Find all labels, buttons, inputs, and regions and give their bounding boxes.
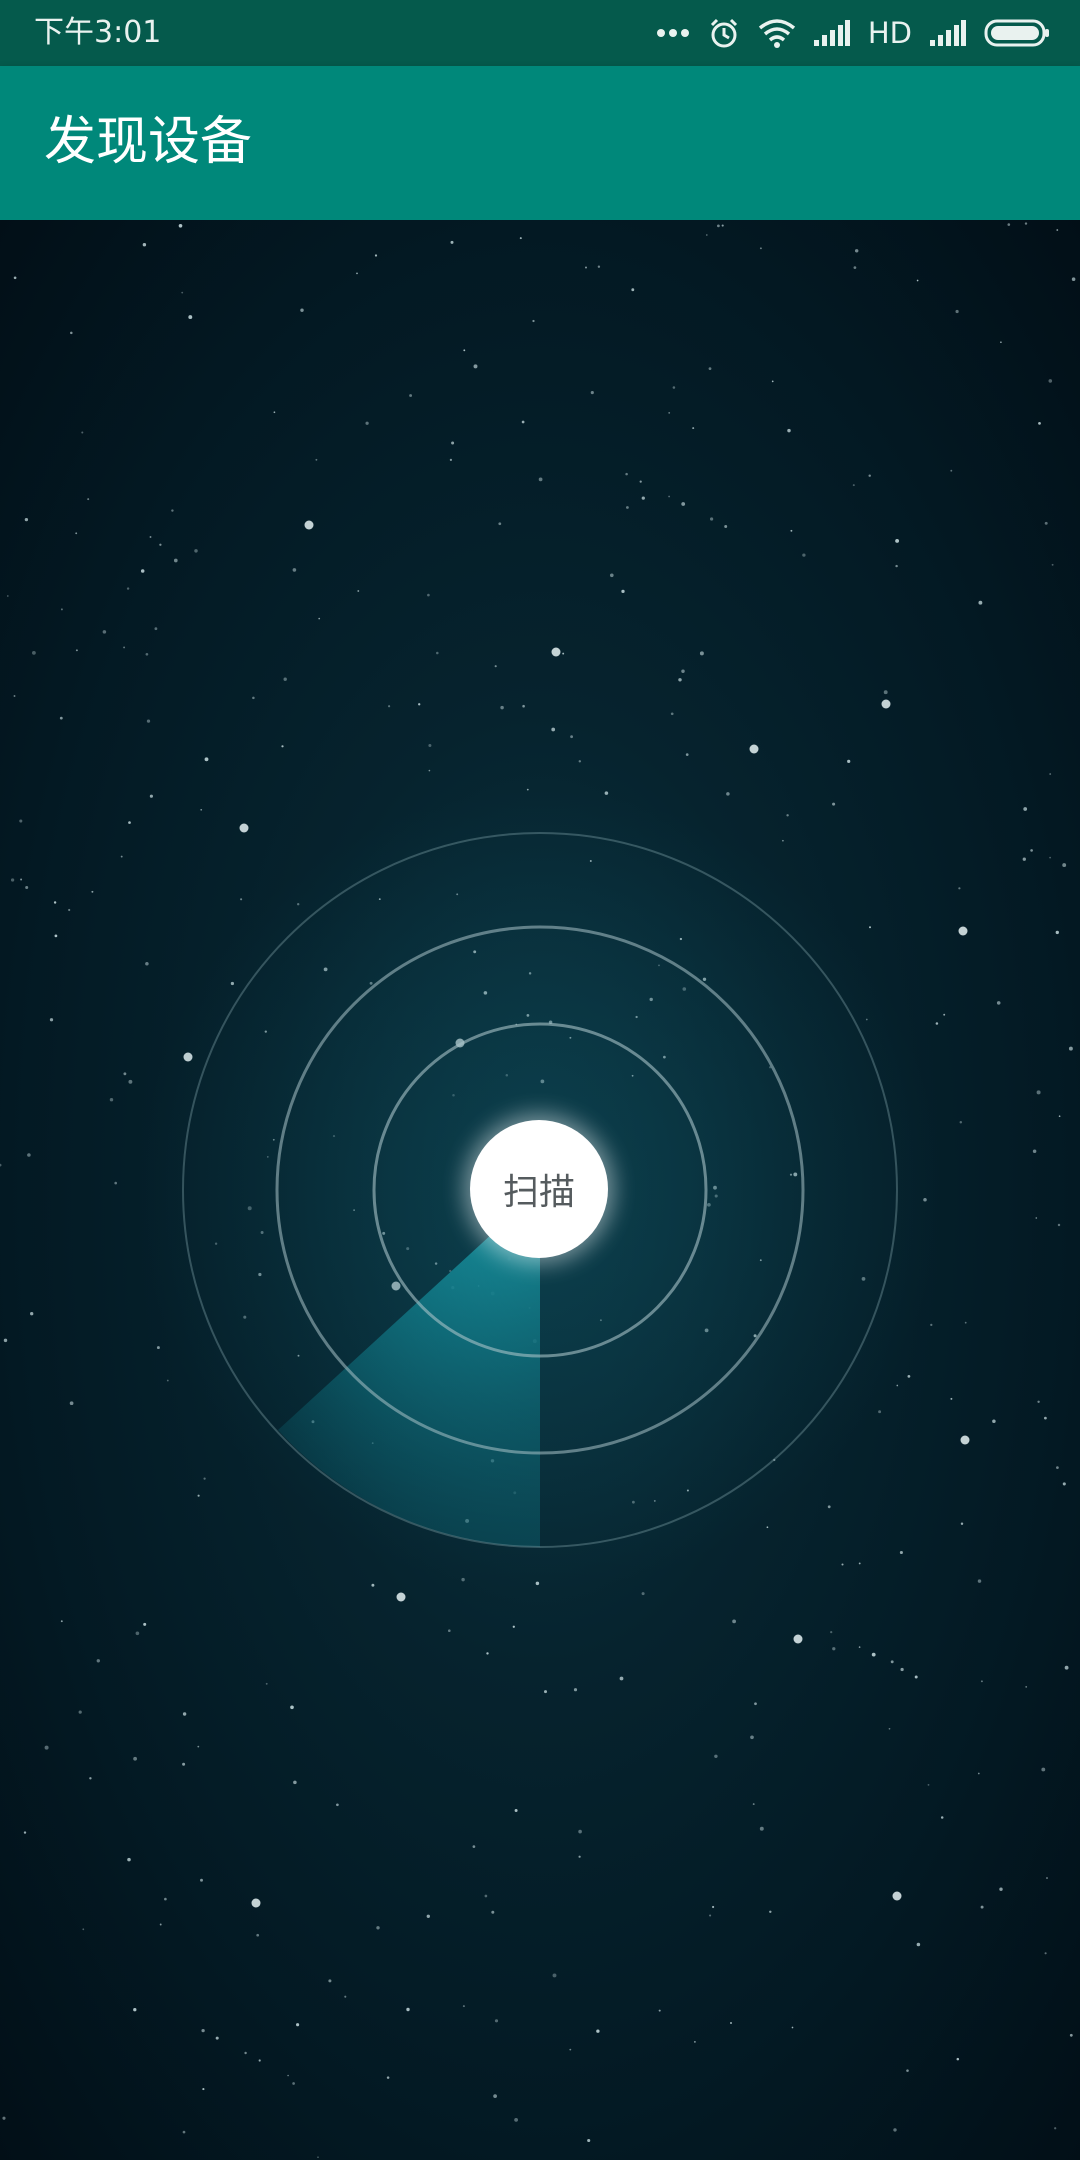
network-type-label: HD bbox=[867, 16, 912, 50]
alarm-icon bbox=[708, 17, 740, 49]
wifi-icon bbox=[758, 18, 796, 48]
battery-icon bbox=[984, 19, 1050, 47]
status-time: 下午3:01 bbox=[34, 15, 162, 50]
signal-icon-secondary bbox=[930, 20, 966, 46]
more-dots-icon bbox=[656, 27, 690, 39]
status-icons: HD bbox=[656, 12, 1050, 54]
signal-icon bbox=[813, 20, 850, 46]
scan-button[interactable]: 扫描 bbox=[470, 1120, 608, 1258]
status-bar: 下午3:01 HD bbox=[0, 0, 1080, 66]
screen: 下午3:01 HD 发现设备 扫描 bbox=[0, 0, 1080, 2160]
page-title: 发现设备 bbox=[44, 112, 253, 172]
app-bar: 发现设备 bbox=[0, 66, 1080, 220]
